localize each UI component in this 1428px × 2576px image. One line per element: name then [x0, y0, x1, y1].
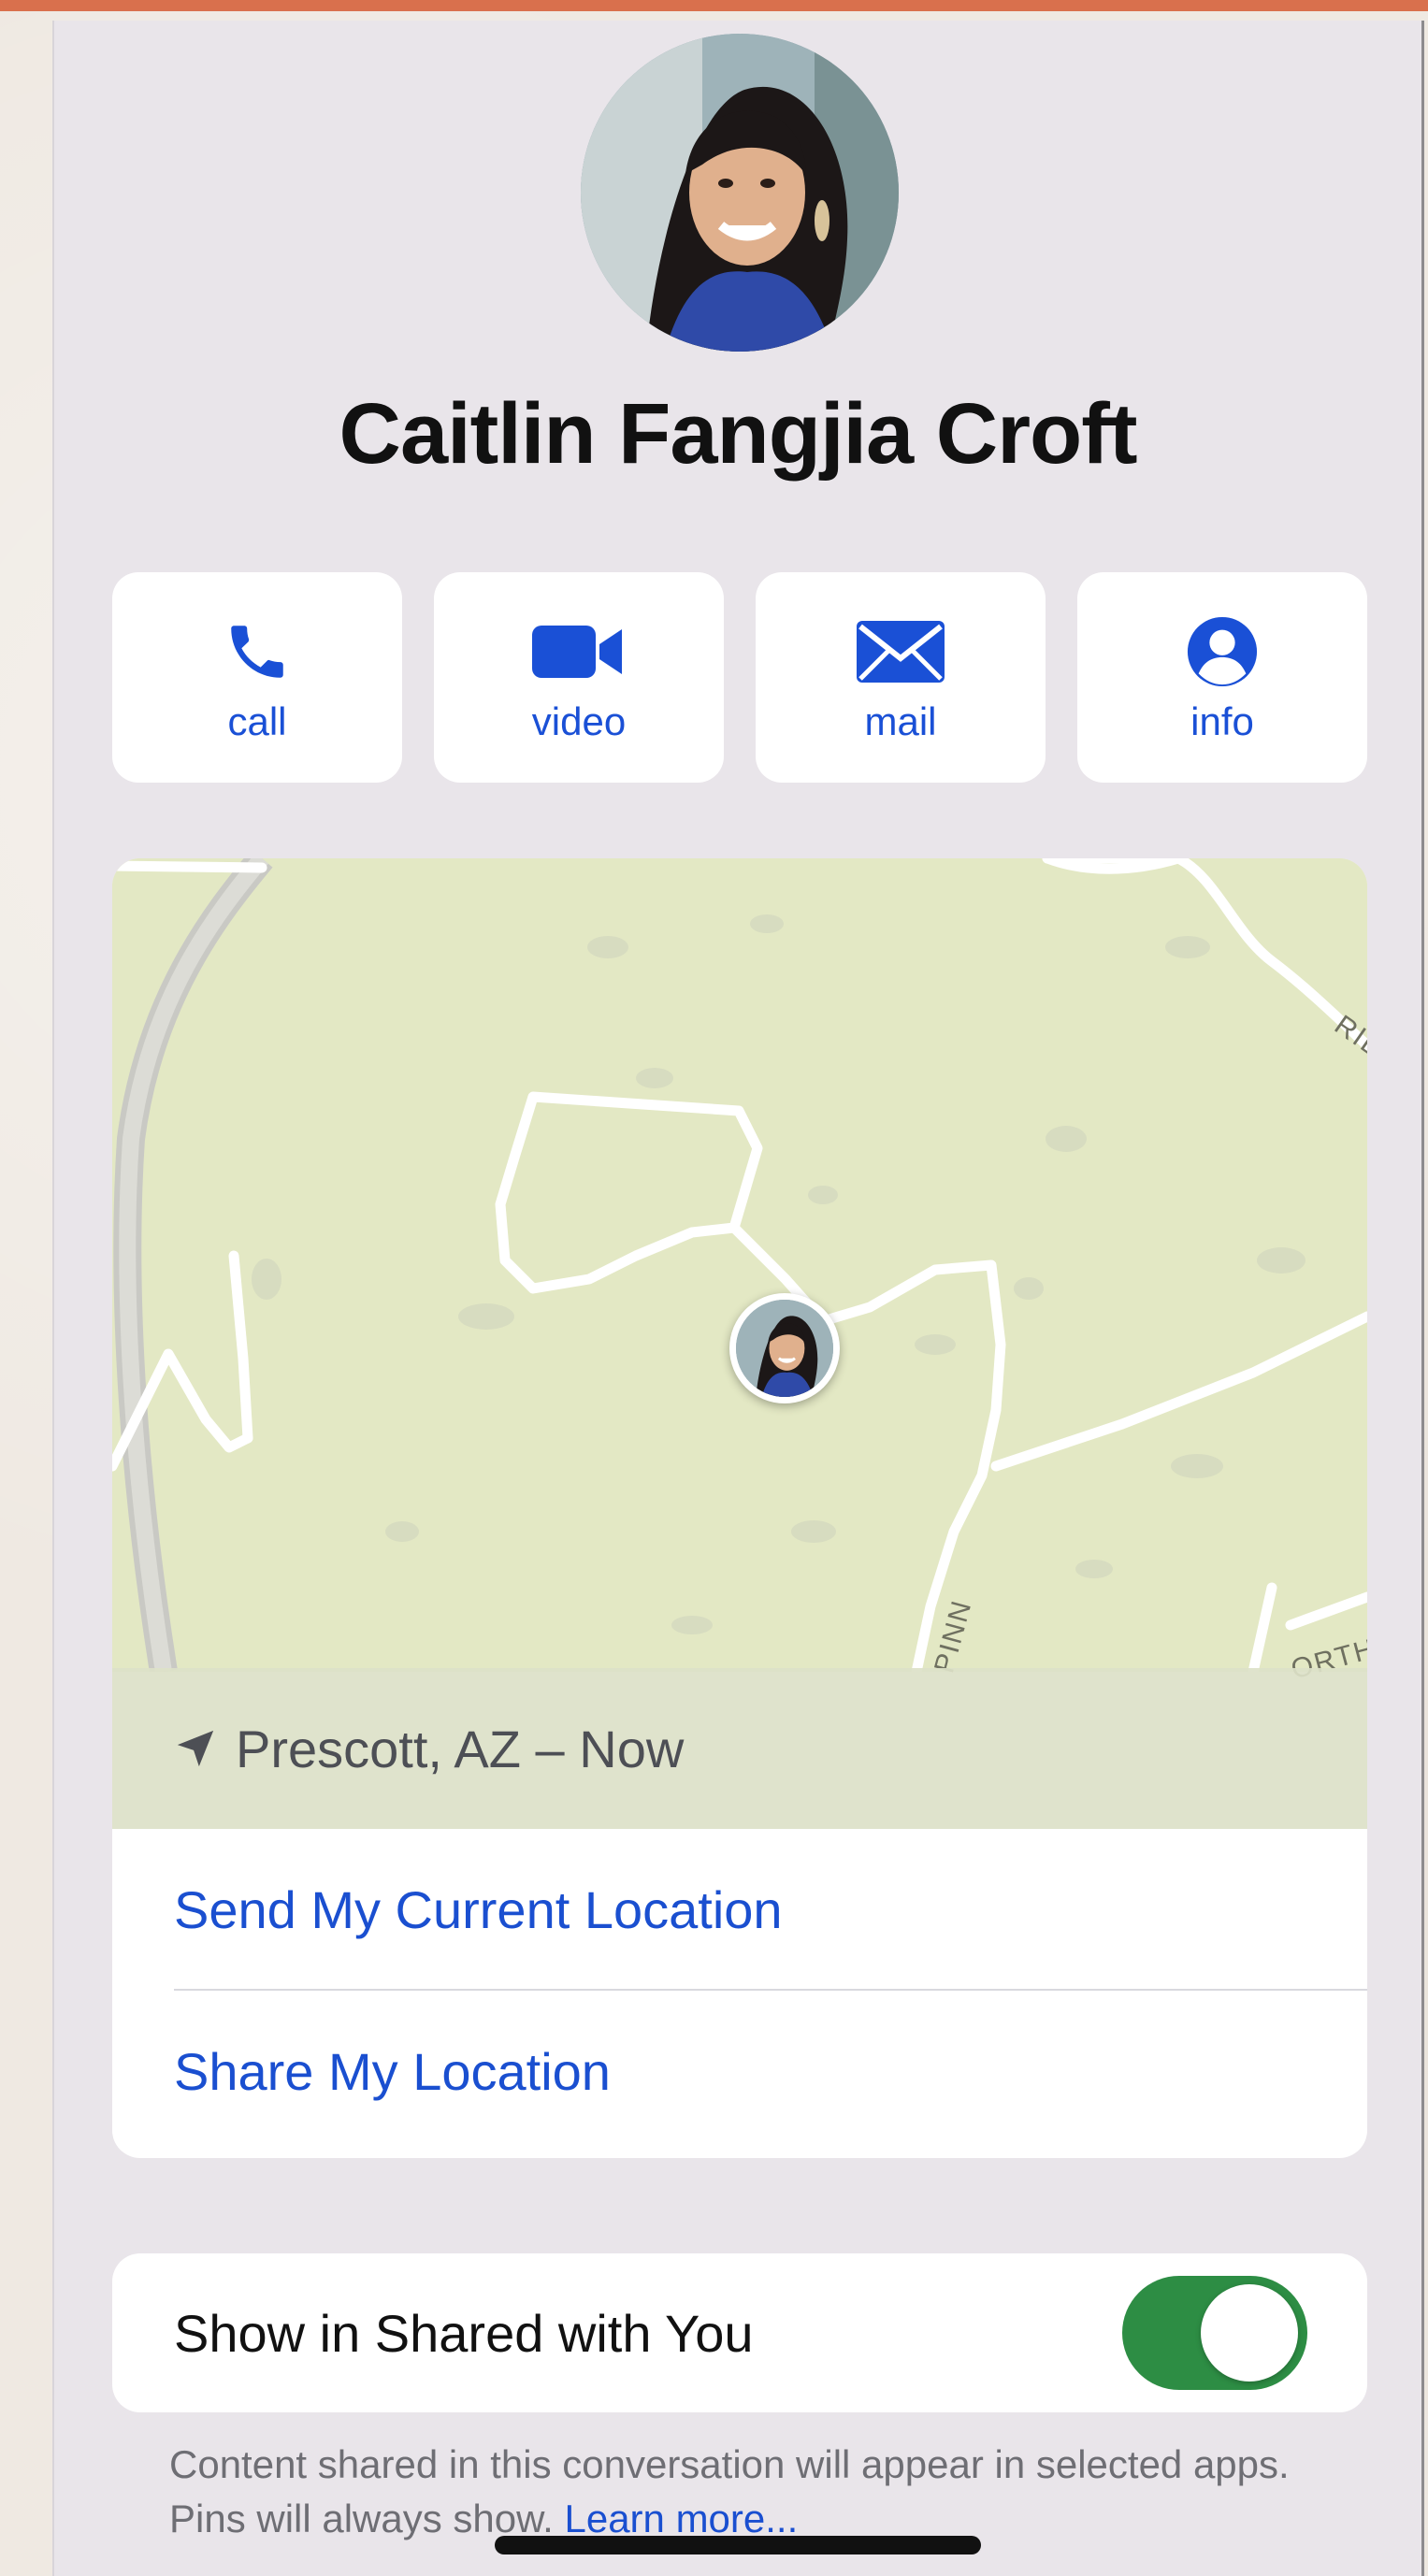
- contact-avatar[interactable]: [581, 34, 899, 352]
- pin-avatar: [736, 1300, 833, 1397]
- phone-icon: [223, 615, 292, 688]
- person-circle-icon: [1186, 615, 1259, 688]
- action-buttons-row: call video mail info: [112, 572, 1367, 783]
- video-button[interactable]: video: [434, 572, 724, 783]
- contact-name: Caitlin Fangjia Croft: [339, 386, 1138, 482]
- contact-details-screen: Caitlin Fangjia Croft call video mail in…: [52, 21, 1424, 2576]
- share-location-row[interactable]: Share My Location: [112, 1991, 1367, 2151]
- shared-with-you-footnote: Content shared in this conversation will…: [169, 2438, 1291, 2546]
- top-border-strip: [0, 0, 1428, 11]
- call-button[interactable]: call: [112, 572, 402, 783]
- info-label: info: [1190, 699, 1254, 743]
- send-current-location-row[interactable]: Send My Current Location: [112, 1829, 1367, 1990]
- location-arrow-icon: [174, 1727, 217, 1770]
- map-roads-graphic: [112, 858, 1367, 1677]
- avatar-portrait-image: [581, 34, 899, 352]
- home-indicator[interactable]: [495, 2536, 981, 2554]
- mail-button[interactable]: mail: [756, 572, 1046, 783]
- share-location-link[interactable]: Share My Location: [174, 2041, 611, 2102]
- shared-with-you-toggle[interactable]: [1122, 2276, 1307, 2390]
- envelope-icon: [857, 615, 945, 688]
- location-map[interactable]: RID PINN ORTH: [112, 858, 1367, 1685]
- video-label: video: [531, 699, 627, 743]
- mail-label: mail: [864, 699, 937, 743]
- send-current-location-link[interactable]: Send My Current Location: [174, 1879, 783, 1940]
- learn-more-link[interactable]: Learn more...: [564, 2497, 798, 2540]
- shared-with-you-card: Show in Shared with You: [112, 2253, 1367, 2412]
- location-card: RID PINN ORTH Prescott, AZ – Now Send My…: [112, 858, 1367, 2158]
- contact-location-pin[interactable]: [729, 1293, 840, 1403]
- call-label: call: [227, 699, 287, 743]
- toggle-knob: [1201, 2284, 1298, 2382]
- current-location-bar: Prescott, AZ – Now: [112, 1668, 1367, 1829]
- location-text: Prescott, AZ – Now: [236, 1719, 685, 1778]
- shared-with-you-label: Show in Shared with You: [174, 2303, 754, 2363]
- info-button[interactable]: info: [1077, 572, 1367, 783]
- video-camera-icon: [532, 615, 626, 688]
